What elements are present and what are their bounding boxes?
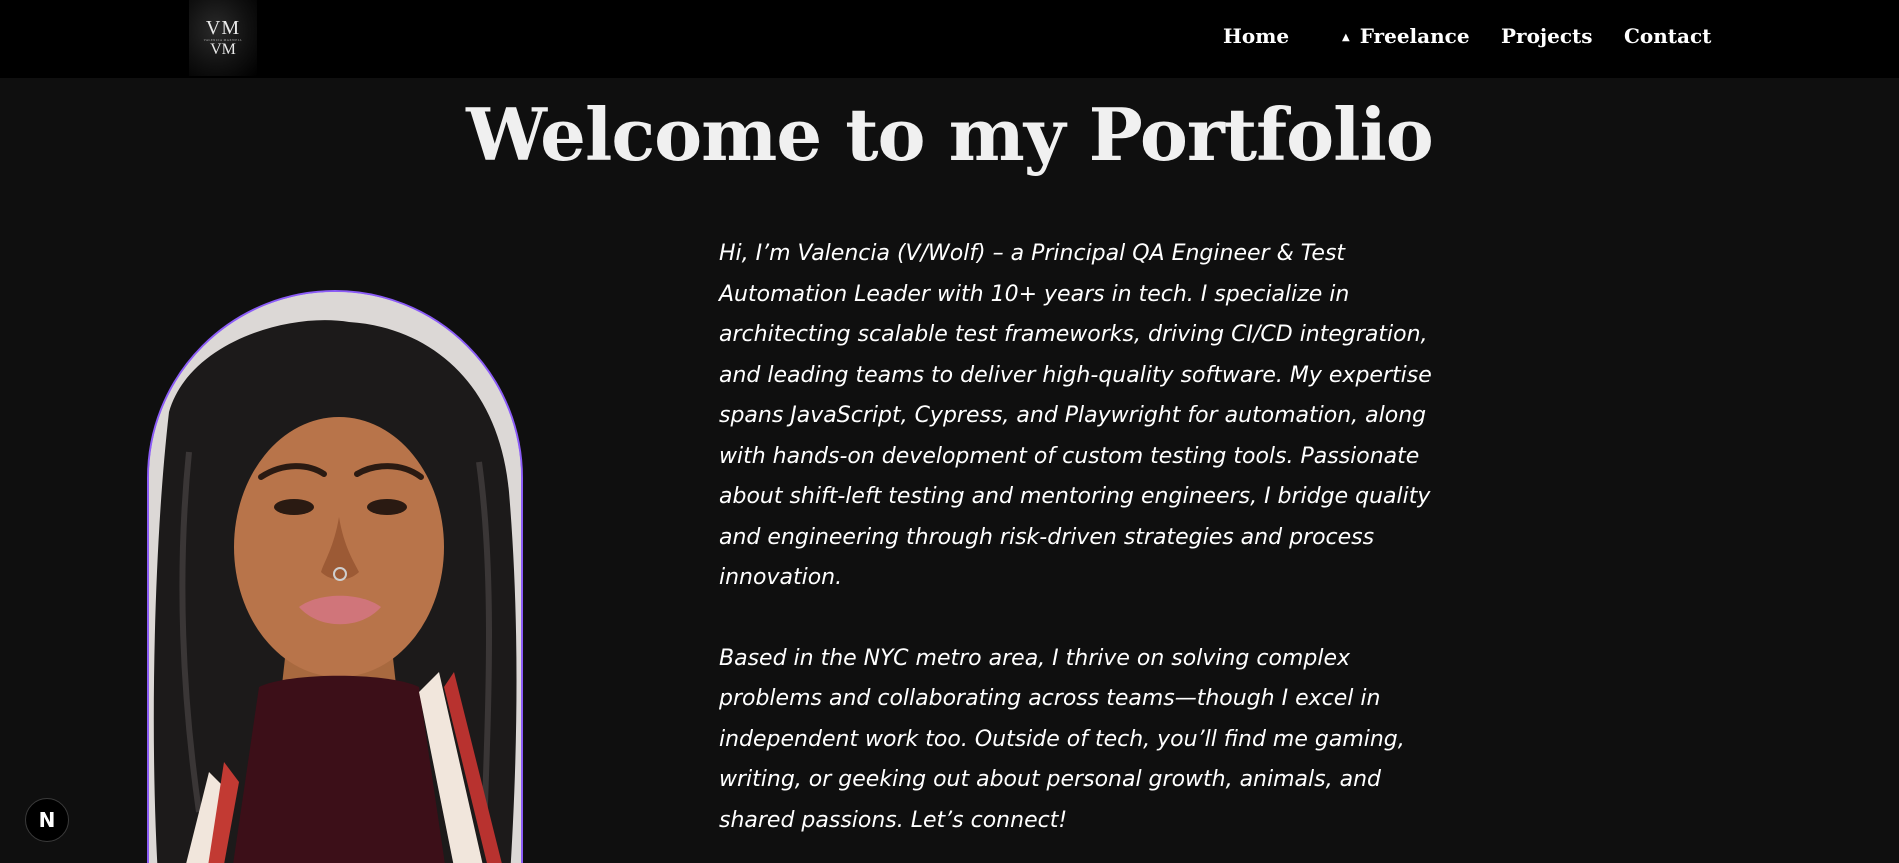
- nav-projects-link[interactable]: Projects: [1501, 24, 1593, 48]
- nextjs-dev-badge[interactable]: N: [25, 798, 69, 842]
- bio-paragraph: Hi, I’m Valencia (V/Wolf) – a Principal …: [719, 241, 1432, 590]
- nav-freelance-link[interactable]: ▲ Freelance: [1342, 24, 1470, 48]
- nav-home-link[interactable]: Home: [1223, 24, 1289, 48]
- nav-freelance-label: Freelance: [1359, 24, 1470, 48]
- top-navbar: VM VALENCIA MAXWELL VM Home ▲ Freelance …: [0, 0, 1899, 78]
- nextjs-icon: N: [38, 808, 56, 832]
- nav-contact-link[interactable]: Contact: [1624, 24, 1711, 48]
- bio-section: Hi, I’m Valencia (V/Wolf) – a Principal …: [719, 234, 1449, 841]
- bio-paragraph: Based in the NYC metro area, I thrive on…: [719, 645, 1405, 833]
- main-nav: Home ▲ Freelance Projects Contact: [0, 24, 1899, 54]
- page-title: Welcome to my Portfolio: [466, 92, 1434, 177]
- profile-photo: [147, 290, 523, 863]
- caret-up-icon: ▲: [1342, 31, 1350, 43]
